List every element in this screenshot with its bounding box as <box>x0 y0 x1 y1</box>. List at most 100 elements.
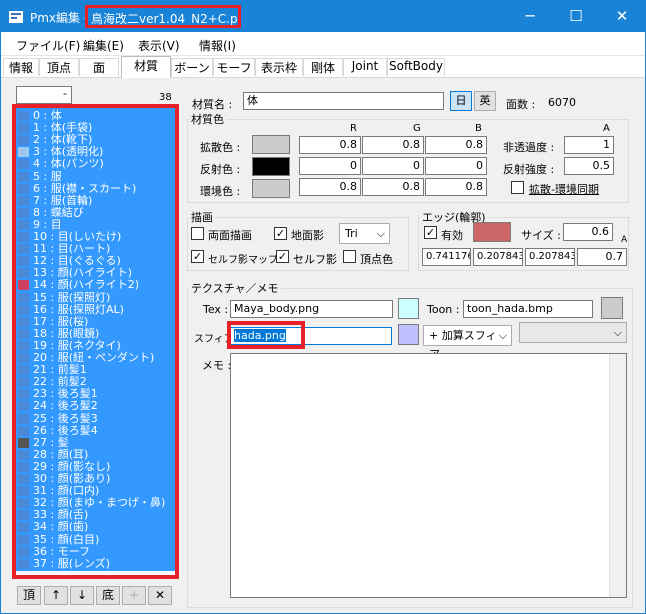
edge-g-field[interactable]: 0.207843 <box>473 248 523 266</box>
sphere-color-swatch[interactable] <box>398 324 419 345</box>
edge-b-field[interactable]: 0.207843 <box>525 248 575 266</box>
edge-enabled-checkbox[interactable]: ✓ <box>424 226 437 239</box>
tab-display-frame[interactable]: 表示枠 <box>255 58 303 76</box>
maximize-button[interactable]: ☐ <box>553 1 599 32</box>
material-list-item[interactable]: 4 : 体(パンツ) <box>16 158 175 170</box>
material-color-swatch <box>18 474 29 484</box>
move-bottom-button[interactable]: 底 <box>96 586 120 605</box>
ambient-r[interactable]: 0.8 <box>299 178 361 196</box>
primitive-select[interactable]: Tri ⌵ <box>339 223 390 244</box>
material-color-swatch <box>18 353 29 363</box>
menu-file[interactable]: ファイル(F) <box>16 37 80 54</box>
tab-bone[interactable]: ボーン <box>171 58 213 76</box>
lang-en-button[interactable]: 英 <box>474 91 496 111</box>
toon-field[interactable]: toon_hada.bmp <box>463 300 593 318</box>
specular-r[interactable]: 0 <box>299 157 361 175</box>
sphere-mode-select[interactable]: + 加算スフィア⌵ <box>423 325 512 361</box>
material-list-item[interactable]: 37 : 服(レンズ) <box>16 557 175 570</box>
material-color-swatch <box>18 328 29 339</box>
edge-r-field[interactable]: 0.741176 <box>422 248 471 266</box>
edge-a-field[interactable]: 0.7 <box>577 248 627 266</box>
ambient-swatch[interactable] <box>252 179 290 198</box>
col-r-label: R <box>350 123 357 134</box>
move-up-button[interactable]: ↑ <box>44 586 68 605</box>
diffuse-b[interactable]: 0.8 <box>425 136 487 154</box>
opacity-field[interactable]: 1 <box>564 136 614 154</box>
material-list-item[interactable]: 26 : 後ろ髪4 <box>16 424 175 437</box>
specular-g[interactable]: 0 <box>362 157 424 175</box>
self-shadow-checkbox[interactable]: ✓ <box>276 250 289 263</box>
minimize-button[interactable]: ─ <box>507 1 553 32</box>
specular-swatch[interactable] <box>252 157 290 176</box>
material-list-item-label: 28 : 顔(耳) <box>33 447 89 461</box>
menu-edit[interactable]: 編集(E) <box>83 37 124 54</box>
title-bar[interactable]: Pmx編集 - 鳥海改二ver1.04_N2+C.pmx ─ ☐ ✕ <box>1 1 645 32</box>
material-list-item[interactable]: 36 : モーフ <box>16 545 175 558</box>
tab-material[interactable]: 材質 <box>121 56 171 78</box>
material-list[interactable]: 0 : 体1 : 体(手袋) 2 : 体(靴下) 3 : 体(透明化) 4 : 体(パ… <box>16 108 175 571</box>
material-list-item[interactable]: 27 : 髪 <box>16 436 175 449</box>
material-list-item[interactable]: 17 : 服(桜) <box>16 315 175 328</box>
self-shadow-map-checkbox[interactable]: ✓ <box>191 250 204 263</box>
tab-morph[interactable]: モーフ <box>213 58 255 76</box>
material-list-item-label: 4 : 体(パンツ) <box>33 157 104 171</box>
double-sided-checkbox[interactable] <box>191 227 204 240</box>
material-color-swatch <box>18 437 29 448</box>
material-list-item[interactable]: 34 : 顔(歯) <box>16 521 175 533</box>
material-list-item[interactable]: 16 : 服(探照灯AL) <box>16 303 175 316</box>
menu-view[interactable]: 表示(V) <box>138 37 180 54</box>
vertex-color-checkbox[interactable] <box>343 250 356 263</box>
material-list-item[interactable]: 14 : 顔(ハイライト2) <box>16 279 175 291</box>
material-list-item[interactable]: 6 : 服(襟・スカート) <box>16 182 175 195</box>
diffuse-swatch[interactable] <box>252 135 290 154</box>
material-list-item[interactable]: 15 : 服(探照灯) <box>16 291 175 304</box>
material-list-item[interactable]: 28 : 顔(耳) <box>16 447 175 461</box>
material-color-swatch <box>18 147 29 158</box>
ambient-g[interactable]: 0.8 <box>362 178 424 196</box>
sync-checkbox[interactable] <box>511 181 524 194</box>
material-list-item-label: 34 : 顔(歯) <box>33 520 89 534</box>
toon-color-swatch[interactable] <box>601 297 623 319</box>
material-list-item[interactable]: 18 : 服(眼鏡) <box>16 327 175 340</box>
move-down-button[interactable]: ↓ <box>70 586 94 605</box>
ground-shadow-checkbox[interactable]: ✓ <box>274 227 287 240</box>
tab-joint[interactable]: Joint <box>343 58 387 76</box>
tab-rigid-body[interactable]: 剛体 <box>303 58 343 76</box>
list-filter-dropdown[interactable]: - <box>16 86 72 104</box>
edge-color-swatch[interactable] <box>473 222 511 242</box>
move-top-button[interactable]: 頂 <box>17 586 41 605</box>
sphere-sub-select[interactable]: ⌵ <box>519 322 627 343</box>
delete-button[interactable]: ✕ <box>148 586 172 605</box>
tab-softbody[interactable]: SoftBody <box>387 58 445 76</box>
edge-size-field[interactable]: 0.6 <box>563 223 613 241</box>
add-button[interactable]: + <box>122 586 146 605</box>
ambient-b[interactable]: 0.8 <box>425 178 487 196</box>
material-list-item[interactable]: 24 : 後ろ髪2 <box>16 400 175 412</box>
tab-face[interactable]: 面 <box>79 58 119 76</box>
window-title-prefix: Pmx編集 - <box>30 11 89 25</box>
material-list-item[interactable]: 5 : 服 <box>16 170 175 183</box>
material-color-swatch <box>18 522 29 533</box>
material-list-item[interactable]: 25 : 後ろ髪3 <box>16 412 175 425</box>
diffuse-g[interactable]: 0.8 <box>362 136 424 154</box>
spec-power-field[interactable]: 0.5 <box>564 157 614 175</box>
material-color-swatch <box>18 401 29 412</box>
specular-b[interactable]: 0 <box>425 157 487 175</box>
material-list-item[interactable]: 35 : 顔(白目) <box>16 533 175 546</box>
tex-field[interactable]: Maya_body.png <box>230 300 393 318</box>
tex-color-swatch[interactable] <box>398 298 419 319</box>
memo-textarea[interactable] <box>230 353 627 598</box>
close-button[interactable]: ✕ <box>599 1 645 32</box>
tab-info[interactable]: 情報 <box>3 58 39 76</box>
lang-jp-button[interactable]: 日 <box>450 91 472 111</box>
diffuse-r[interactable]: 0.8 <box>299 136 361 154</box>
app-icon <box>9 11 23 23</box>
material-list-item[interactable]: 8 : 蝶結び <box>16 206 175 219</box>
material-list-item[interactable]: 7 : 服(首輪) <box>16 194 175 207</box>
menu-info[interactable]: 情報(I) <box>199 37 236 54</box>
memo-scrollbar[interactable] <box>609 354 626 597</box>
face-count-value: 6070 <box>548 96 576 109</box>
tab-vertex[interactable]: 頂点 <box>39 58 79 76</box>
material-name-field[interactable]: 体 <box>243 92 444 110</box>
list-filter-value: - <box>63 87 67 100</box>
